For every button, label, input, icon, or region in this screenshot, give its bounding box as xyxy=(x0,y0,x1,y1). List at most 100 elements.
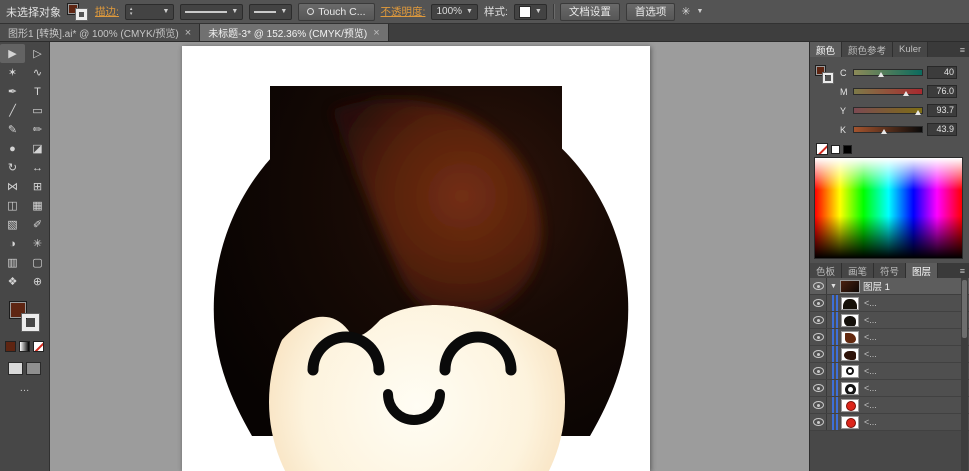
tool-eyedropper-icon[interactable]: ✐ xyxy=(25,215,50,234)
tool-pencil-icon[interactable]: ✏ xyxy=(25,120,50,139)
document-setup-button[interactable]: 文档设置 xyxy=(560,3,620,21)
fill-stroke-proxy[interactable] xyxy=(67,2,89,21)
color-spectrum[interactable] xyxy=(814,157,963,259)
stroke-color-swatch[interactable] xyxy=(22,314,39,331)
panel-menu-icon[interactable]: ≡ xyxy=(956,263,969,278)
visibility-eye-icon[interactable] xyxy=(810,295,827,311)
panel-menu-icon[interactable]: ≡ xyxy=(956,42,969,57)
black-swatch-icon[interactable] xyxy=(843,145,852,154)
brush-definition-combo[interactable]: ▼ xyxy=(249,4,292,20)
layer-row[interactable]: <... xyxy=(810,363,969,380)
tool-type-icon[interactable]: T xyxy=(25,82,50,101)
tab-color[interactable]: 颜色 xyxy=(810,42,842,57)
layer-row[interactable]: <... xyxy=(810,312,969,329)
cyan-value[interactable]: 40 xyxy=(927,66,957,79)
tool-shape-builder-icon[interactable]: ◫ xyxy=(0,196,25,215)
draw-normal-icon[interactable] xyxy=(8,362,23,375)
stroke-link[interactable]: 描边: xyxy=(95,4,119,19)
layer-thumbnail[interactable] xyxy=(840,280,860,293)
chevron-down-icon[interactable]: ▼ xyxy=(231,8,238,15)
tool-zoom-icon[interactable]: ⊕ xyxy=(25,272,50,291)
layer-row[interactable]: <... xyxy=(810,397,969,414)
tool-direct-selection-icon[interactable]: ▷ xyxy=(25,44,50,63)
slider-marker-icon[interactable] xyxy=(903,91,909,96)
none-mode-icon[interactable] xyxy=(33,341,44,352)
slider-marker-icon[interactable] xyxy=(878,72,884,77)
magenta-slider[interactable]: M 76.0 xyxy=(840,82,965,101)
yellow-value[interactable]: 93.7 xyxy=(927,104,957,117)
tool-paintbrush-icon[interactable]: ✎ xyxy=(0,120,25,139)
chevron-down-icon[interactable]: ▼ xyxy=(280,8,287,15)
tool-blob-brush-icon[interactable]: ● xyxy=(0,139,25,158)
expand-triangle-icon[interactable]: ▼ xyxy=(830,283,837,290)
tab-symbols[interactable]: 符号 xyxy=(874,263,906,278)
touch-type-button[interactable]: Touch C... xyxy=(298,3,374,21)
chevron-down-icon[interactable]: ▼ xyxy=(535,8,542,15)
toolbar-more-icon[interactable]: … xyxy=(0,383,49,394)
white-swatch-icon[interactable] xyxy=(831,145,840,154)
color-mode-icon[interactable] xyxy=(5,341,16,352)
visibility-eye-icon[interactable] xyxy=(810,414,827,430)
visibility-eye-icon[interactable] xyxy=(810,380,827,396)
visibility-eye-icon[interactable] xyxy=(810,397,827,413)
draw-behind-icon[interactable] xyxy=(26,362,41,375)
layer-thumbnail[interactable] xyxy=(841,331,859,344)
tool-rotate-icon[interactable]: ↻ xyxy=(0,158,25,177)
stroke-width-combo[interactable]: ▴▾ ▼ xyxy=(125,4,174,20)
layer-thumbnail[interactable] xyxy=(841,314,859,327)
layer-row[interactable]: <... xyxy=(810,414,969,431)
cyan-track[interactable] xyxy=(853,69,923,76)
layer-thumbnail[interactable] xyxy=(841,365,859,378)
preferences-button[interactable]: 首选项 xyxy=(626,3,676,21)
panel-fill-stroke[interactable] xyxy=(815,65,837,91)
tab-layers[interactable]: 图层 xyxy=(906,263,938,278)
opacity-link[interactable]: 不透明度: xyxy=(381,4,426,19)
none-swatch-icon[interactable] xyxy=(816,143,828,155)
tool-free-transform-icon[interactable]: ⊞ xyxy=(25,177,50,196)
layer-thumbnail[interactable] xyxy=(841,348,859,361)
artboard[interactable] xyxy=(182,46,650,471)
visibility-eye-icon[interactable] xyxy=(810,329,827,345)
tool-column-graph-icon[interactable]: ▥ xyxy=(0,253,25,272)
layer-row[interactable]: <... xyxy=(810,380,969,397)
stroke-stepper-icon[interactable]: ▴▾ xyxy=(130,7,133,17)
document-tab-1[interactable]: 图形1 [转换].ai* @ 100% (CMYK/预览) × xyxy=(0,24,200,41)
layers-scrollbar[interactable] xyxy=(961,278,968,471)
black-slider[interactable]: K 43.9 xyxy=(840,120,965,139)
tool-blend-icon[interactable]: ◑ xyxy=(0,234,25,253)
tool-artboard-icon[interactable]: ▢ xyxy=(25,253,50,272)
tool-scale-icon[interactable]: ↔ xyxy=(25,158,50,177)
opacity-combo[interactable]: 100% ▼ xyxy=(431,4,478,20)
tab-color-guide[interactable]: 颜色参考 xyxy=(842,42,893,57)
layer-root-row[interactable]: ▼ 图层 1 xyxy=(810,278,969,295)
tab-swatches[interactable]: 色板 xyxy=(810,263,842,278)
fill-stroke-control[interactable] xyxy=(7,301,43,335)
layer-row[interactable]: <... xyxy=(810,295,969,312)
cyan-slider[interactable]: C 40 xyxy=(840,63,965,82)
tool-line-segment-icon[interactable]: ╱ xyxy=(0,101,25,120)
tool-magic-wand-icon[interactable]: ✶ xyxy=(0,63,25,82)
tool-hand-icon[interactable]: ❖ xyxy=(0,272,25,291)
stroke-swatch-icon[interactable] xyxy=(76,9,87,20)
tool-eraser-icon[interactable]: ◪ xyxy=(25,139,50,158)
tool-rectangle-icon[interactable]: ▭ xyxy=(25,101,50,120)
scrollbar-thumb[interactable] xyxy=(962,280,967,338)
gradient-mode-icon[interactable] xyxy=(19,341,30,352)
layer-row[interactable]: <... xyxy=(810,329,969,346)
chevron-down-icon[interactable]: ▼ xyxy=(466,8,473,15)
yellow-track[interactable] xyxy=(853,107,923,114)
tool-width-icon[interactable]: ⋈ xyxy=(0,177,25,196)
width-profile-combo[interactable]: ▼ xyxy=(180,4,243,20)
magenta-track[interactable] xyxy=(853,88,923,95)
style-combo[interactable]: ▼ xyxy=(514,4,547,20)
tab-kuler[interactable]: Kuler xyxy=(893,42,928,57)
slider-marker-icon[interactable] xyxy=(915,110,921,115)
document-tab-2[interactable]: 未标题-3* @ 152.36% (CMYK/预览) × xyxy=(200,24,389,41)
visibility-eye-icon[interactable] xyxy=(810,278,827,294)
workspace-icon[interactable]: ✳ xyxy=(681,5,690,18)
tool-lasso-icon[interactable]: ∿ xyxy=(25,63,50,82)
visibility-eye-icon[interactable] xyxy=(810,312,827,328)
chevron-down-icon[interactable]: ▼ xyxy=(162,8,169,15)
tool-mesh-icon[interactable]: ▦ xyxy=(25,196,50,215)
black-value[interactable]: 43.9 xyxy=(927,123,957,136)
